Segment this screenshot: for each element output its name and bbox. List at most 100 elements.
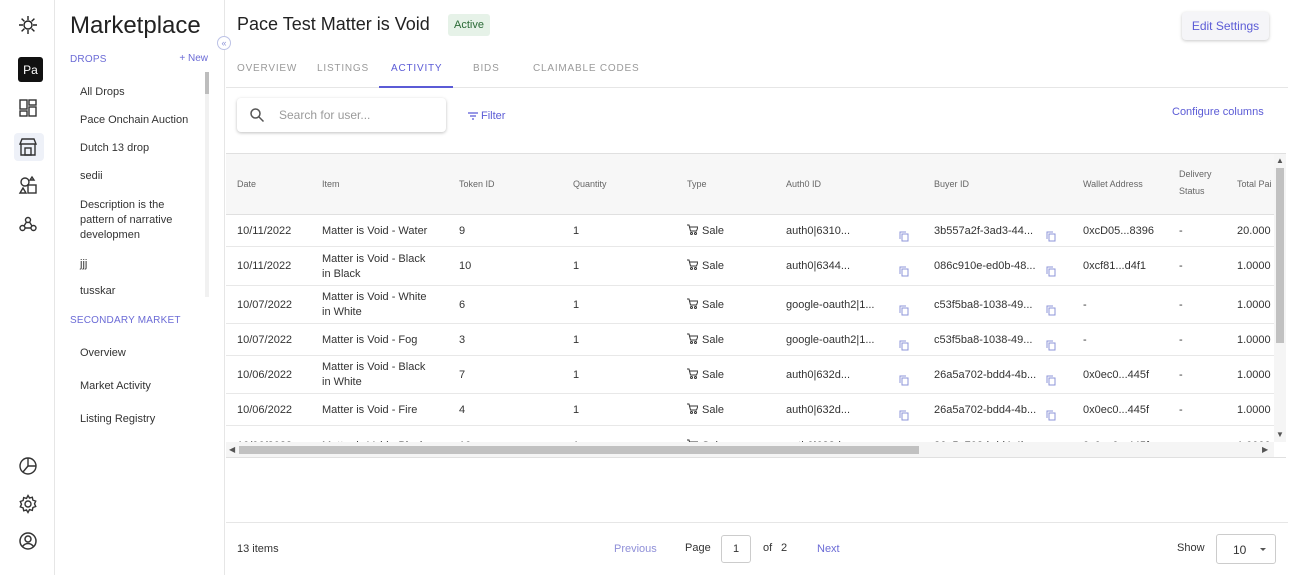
cell-delivery: - bbox=[1179, 225, 1183, 237]
copy-icon[interactable] bbox=[1046, 338, 1056, 350]
cell-date: 10/06/2022 bbox=[237, 368, 293, 381]
cell-date: 10/11/2022 bbox=[237, 225, 292, 237]
drop-item[interactable]: Description is the pattern of narrative … bbox=[80, 198, 200, 243]
tab-overview[interactable]: OVERVIEW bbox=[237, 63, 297, 74]
vertical-scrollbar-thumb[interactable] bbox=[1276, 168, 1284, 343]
cell-total: 1.0000 bbox=[1237, 298, 1271, 311]
cart-icon bbox=[687, 298, 699, 309]
filter-label: Filter bbox=[481, 110, 506, 122]
table-row[interactable]: 10/06/2022 Matter is Void - Black in Whit… bbox=[226, 356, 1276, 394]
copy-icon[interactable] bbox=[1046, 229, 1056, 242]
table-row[interactable]: 10/11/2022 Matter is Void - Water 9 1 Sale au… bbox=[226, 216, 1276, 247]
copy-icon[interactable] bbox=[899, 373, 909, 385]
column-header-delivery-status[interactable]: Delivery Status bbox=[1179, 166, 1219, 200]
configure-columns-button[interactable]: Configure columns bbox=[1172, 106, 1264, 118]
drop-item[interactable]: tusskar bbox=[80, 284, 200, 299]
gear-icon[interactable] bbox=[17, 493, 39, 515]
tab-activity[interactable]: ACTIVITY bbox=[391, 63, 442, 74]
page-size-value: 10 bbox=[1233, 543, 1247, 557]
table-horizontal-scrollbar[interactable]: ◀ ▶ bbox=[226, 442, 1274, 457]
drop-item[interactable]: Pace Onchain Auction bbox=[80, 113, 200, 128]
secondary-item-market-activity[interactable]: Market Activity bbox=[80, 379, 200, 394]
cell-item: Matter is Void - Water bbox=[322, 225, 428, 237]
column-header-total-paid[interactable]: Total Pai bbox=[1237, 176, 1272, 193]
cell-type: Sale bbox=[687, 368, 724, 383]
cell-item: Matter is Void - Black in Black bbox=[322, 252, 426, 280]
table-row[interactable]: 10/07/2022 Matter is Void - Fog 3 1 Sale goog… bbox=[226, 324, 1276, 356]
table-row[interactable]: 10/11/2022 Matter is Void - Black in Blac… bbox=[226, 247, 1276, 286]
cell-total: 20.000 bbox=[1237, 225, 1271, 237]
cell-type: Sale bbox=[687, 333, 724, 348]
column-header-quantity[interactable]: Quantity bbox=[573, 176, 607, 193]
cell-delivery: - bbox=[1179, 298, 1183, 311]
tab-claimable-codes[interactable]: CLAIMABLE CODES bbox=[533, 63, 639, 74]
page-number-input[interactable]: 1 bbox=[721, 535, 751, 563]
horizontal-scrollbar-thumb[interactable] bbox=[239, 446, 919, 454]
cell-total: 1.0000 bbox=[1237, 260, 1271, 272]
drops-scrollbar[interactable] bbox=[205, 72, 209, 297]
column-header-wallet-address[interactable]: Wallet Address bbox=[1083, 176, 1143, 193]
user-account-icon[interactable] bbox=[17, 530, 39, 552]
community-icon[interactable] bbox=[17, 213, 39, 235]
cell-item: Matter is Void - Fog bbox=[322, 333, 418, 346]
copy-icon[interactable] bbox=[1046, 303, 1056, 315]
drops-scrollbar-thumb[interactable] bbox=[205, 72, 209, 94]
table-vertical-scrollbar[interactable]: ▲ ▼ bbox=[1274, 154, 1286, 442]
copy-icon[interactable] bbox=[1046, 264, 1056, 277]
scroll-left-icon[interactable]: ◀ bbox=[229, 445, 235, 454]
cell-date: 10/06/2022 bbox=[237, 403, 293, 416]
cell-item: Matter is Void - White in White bbox=[322, 291, 427, 318]
previous-page-button[interactable]: Previous bbox=[614, 543, 657, 555]
copy-icon[interactable] bbox=[899, 408, 909, 420]
collapse-sidebar-button[interactable]: « bbox=[217, 36, 231, 50]
column-header-auth0-id[interactable]: Auth0 ID bbox=[786, 176, 821, 193]
copy-icon[interactable] bbox=[899, 303, 909, 315]
search-icon bbox=[250, 108, 265, 123]
table-row[interactable]: 10/07/2022 Matter is Void - White in Whit… bbox=[226, 286, 1276, 324]
copy-icon[interactable] bbox=[899, 264, 909, 277]
column-header-buyer-id[interactable]: Buyer ID bbox=[934, 176, 969, 193]
cell-qty: 1 bbox=[573, 403, 580, 416]
cell-token: 6 bbox=[459, 298, 466, 311]
drop-item-all[interactable]: All Drops bbox=[80, 85, 200, 100]
workspace-badge[interactable]: Pa bbox=[18, 57, 43, 82]
page-label: Page bbox=[685, 542, 711, 554]
table-row[interactable]: 10/06/2022 Matter is Void - Fire 4 1 Sale aut… bbox=[226, 394, 1276, 426]
drop-item[interactable]: jjj bbox=[80, 257, 200, 272]
copy-icon[interactable] bbox=[899, 229, 909, 242]
filter-button[interactable]: Filter bbox=[468, 110, 505, 122]
copy-icon[interactable] bbox=[1046, 408, 1056, 420]
cell-date: 10/07/2022 bbox=[237, 298, 293, 311]
cell-total: 1.0000 bbox=[1237, 403, 1271, 416]
total-pages: 2 bbox=[781, 542, 788, 554]
scroll-down-icon[interactable]: ▼ bbox=[1276, 430, 1284, 439]
cell-auth: auth0|632d... bbox=[786, 403, 851, 416]
column-header-date[interactable]: Date bbox=[237, 176, 256, 193]
drop-item[interactable]: sedii bbox=[80, 169, 200, 184]
column-header-type[interactable]: Type bbox=[687, 176, 707, 193]
cart-icon bbox=[687, 224, 699, 235]
logo-icon[interactable] bbox=[17, 14, 39, 36]
page-size-select[interactable]: 10 bbox=[1216, 534, 1276, 564]
secondary-item-listing-registry[interactable]: Listing Registry bbox=[80, 412, 200, 427]
tab-listings[interactable]: LISTINGS bbox=[317, 63, 369, 74]
marketplace-icon[interactable] bbox=[17, 136, 39, 158]
column-header-token-id[interactable]: Token ID bbox=[459, 176, 495, 193]
new-drop-button[interactable]: + New bbox=[179, 53, 208, 64]
scroll-right-icon[interactable]: ▶ bbox=[1262, 445, 1268, 454]
scroll-up-icon[interactable]: ▲ bbox=[1276, 156, 1284, 165]
dashboard-icon[interactable] bbox=[17, 97, 39, 119]
search-input[interactable] bbox=[279, 105, 434, 125]
collections-icon[interactable] bbox=[17, 174, 39, 196]
drop-item[interactable]: Dutch 13 drop bbox=[80, 141, 200, 156]
cell-auth: auth0|6344... bbox=[786, 260, 851, 272]
secondary-item-overview[interactable]: Overview bbox=[80, 346, 200, 361]
column-header-item[interactable]: Item bbox=[322, 176, 340, 193]
next-page-button[interactable]: Next bbox=[817, 543, 840, 555]
copy-icon[interactable] bbox=[899, 338, 909, 350]
analytics-icon[interactable] bbox=[17, 455, 39, 477]
type-label: Sale bbox=[702, 225, 725, 237]
edit-settings-button[interactable]: Edit Settings bbox=[1182, 12, 1269, 40]
tab-bids[interactable]: BIDS bbox=[473, 63, 500, 74]
copy-icon[interactable] bbox=[1046, 373, 1056, 385]
